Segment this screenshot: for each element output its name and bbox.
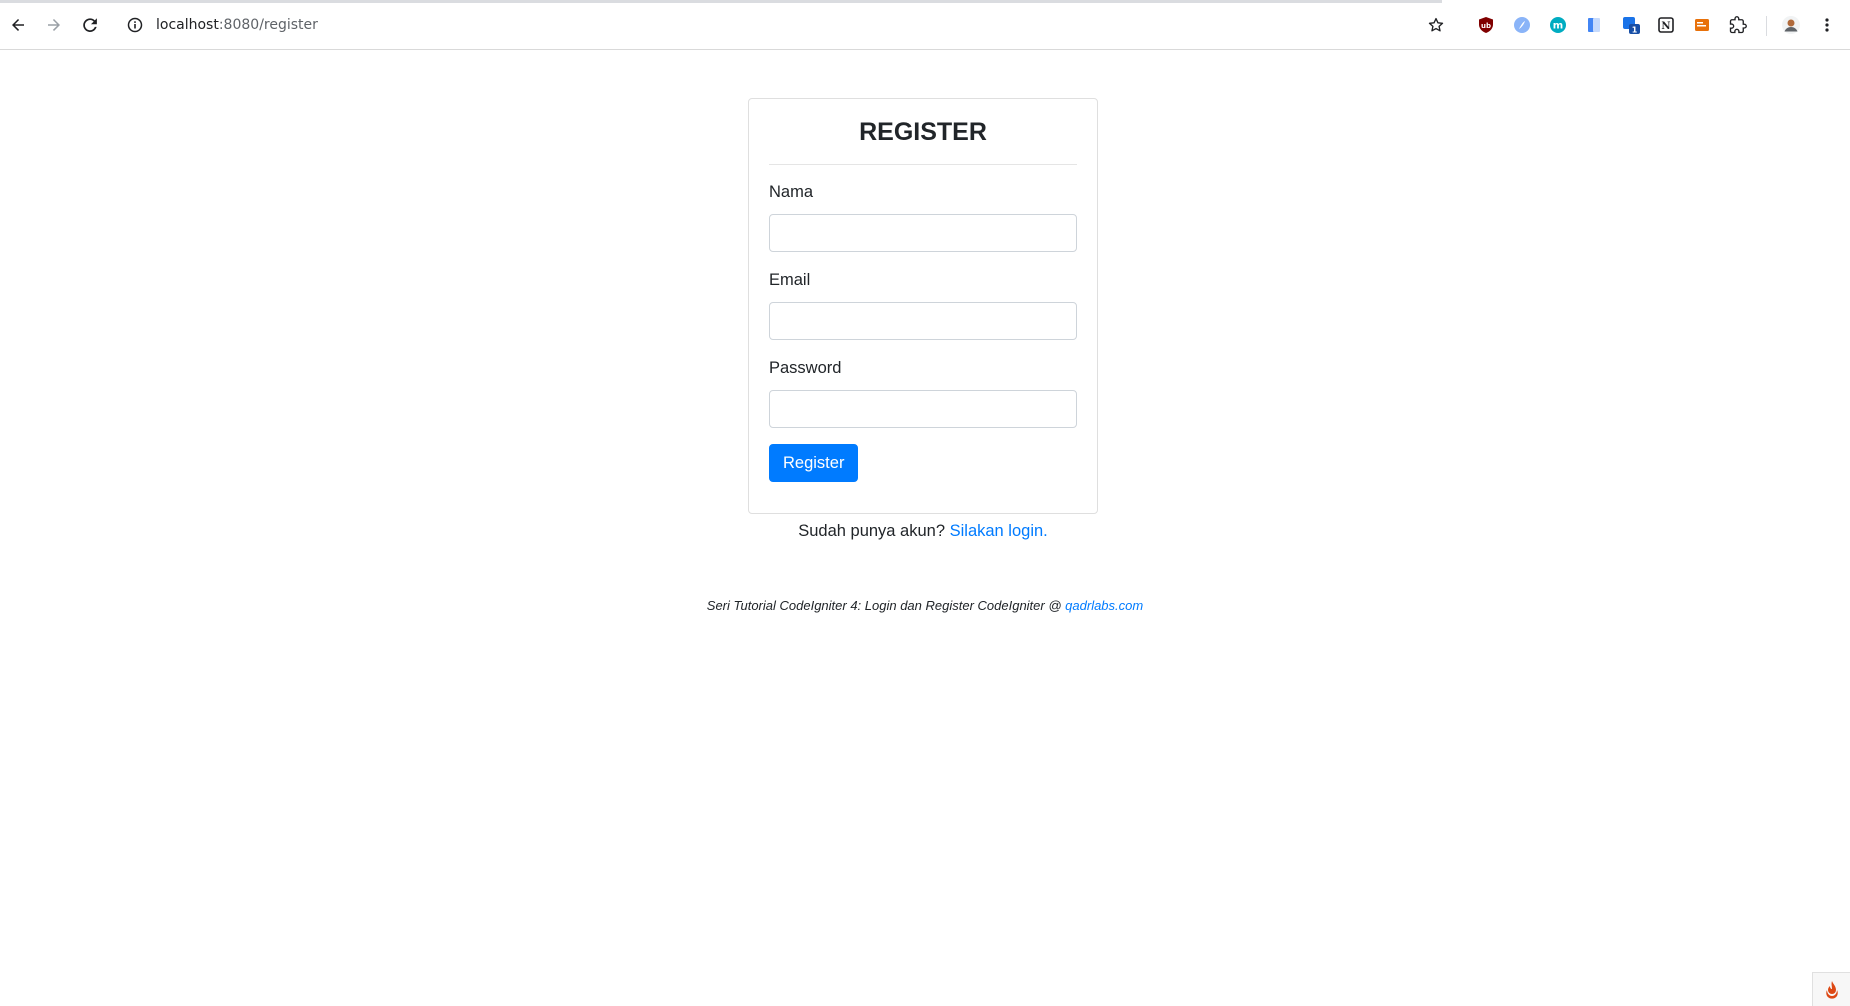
address-bar[interactable]: localhost:8080/register [116, 8, 1456, 42]
url-text: localhost:8080/register [156, 17, 318, 33]
login-link[interactable]: Silakan login. [950, 522, 1048, 540]
bookmark-star-button[interactable] [1424, 13, 1448, 37]
footer-text: Seri Tutorial CodeIgniter 4: Login dan R… [706, 598, 1062, 613]
email-form-group: Email [769, 271, 1077, 340]
ublock-icon[interactable]: ub [1475, 14, 1497, 36]
orange-extension-icon[interactable] [1691, 14, 1713, 36]
svg-text:1: 1 [1632, 26, 1638, 35]
login-prompt: Sudah punya akun? Silakan login. [748, 522, 1098, 541]
m-extension-icon[interactable]: m [1547, 14, 1569, 36]
svg-text:m: m [1553, 21, 1563, 32]
arrow-right-icon [48, 19, 60, 31]
flame-icon [1825, 980, 1838, 999]
avatar-icon [1782, 16, 1800, 34]
register-form: Nama Email Password Register [769, 183, 1077, 482]
svg-text:ub: ub [1481, 22, 1491, 30]
reload-button[interactable] [78, 13, 102, 37]
password-input[interactable] [769, 390, 1077, 428]
browser-toolbar: localhost:8080/register ub m 1 N [0, 0, 1850, 50]
browser-menu-button[interactable] [1816, 14, 1838, 36]
back-button[interactable] [6, 13, 30, 37]
url-host: localhost [156, 17, 219, 33]
kebab-menu-icon [1825, 18, 1829, 32]
name-input[interactable] [769, 214, 1077, 252]
register-card: REGISTER Nama Email Password Register [748, 98, 1098, 514]
email-input[interactable] [769, 302, 1077, 340]
url-path: :8080/register [218, 17, 318, 33]
badge-extension-icon[interactable]: 1 [1620, 14, 1642, 36]
notion-icon[interactable]: N [1655, 14, 1677, 36]
svg-text:N: N [1661, 21, 1670, 32]
reload-icon [83, 18, 97, 32]
password-form-group: Password [769, 359, 1077, 428]
footer-link[interactable]: qadrlabs.com [1065, 598, 1143, 613]
star-icon [1428, 17, 1444, 32]
puzzle-icon[interactable] [1727, 14, 1749, 36]
register-button[interactable]: Register [769, 444, 859, 482]
footer-note: Seri Tutorial CodeIgniter 4: Login dan R… [600, 598, 1250, 613]
page-load-bar [0, 0, 1442, 3]
site-info-icon[interactable] [126, 16, 144, 34]
feather-extension-icon[interactable] [1511, 14, 1533, 36]
debug-toolbar-toggle[interactable] [1812, 972, 1850, 1006]
login-prompt-text: Sudah punya akun? [798, 522, 946, 540]
email-label: Email [769, 271, 811, 289]
profile-avatar[interactable] [1780, 14, 1802, 36]
name-form-group: Nama [769, 183, 1077, 252]
name-label: Nama [769, 183, 814, 201]
password-label: Password [769, 359, 842, 377]
translate-extension-icon[interactable] [1583, 14, 1605, 36]
forward-button[interactable] [42, 13, 66, 37]
toolbar-divider [1766, 16, 1767, 36]
arrow-left-icon [12, 19, 24, 31]
page-title: REGISTER [769, 99, 1077, 165]
